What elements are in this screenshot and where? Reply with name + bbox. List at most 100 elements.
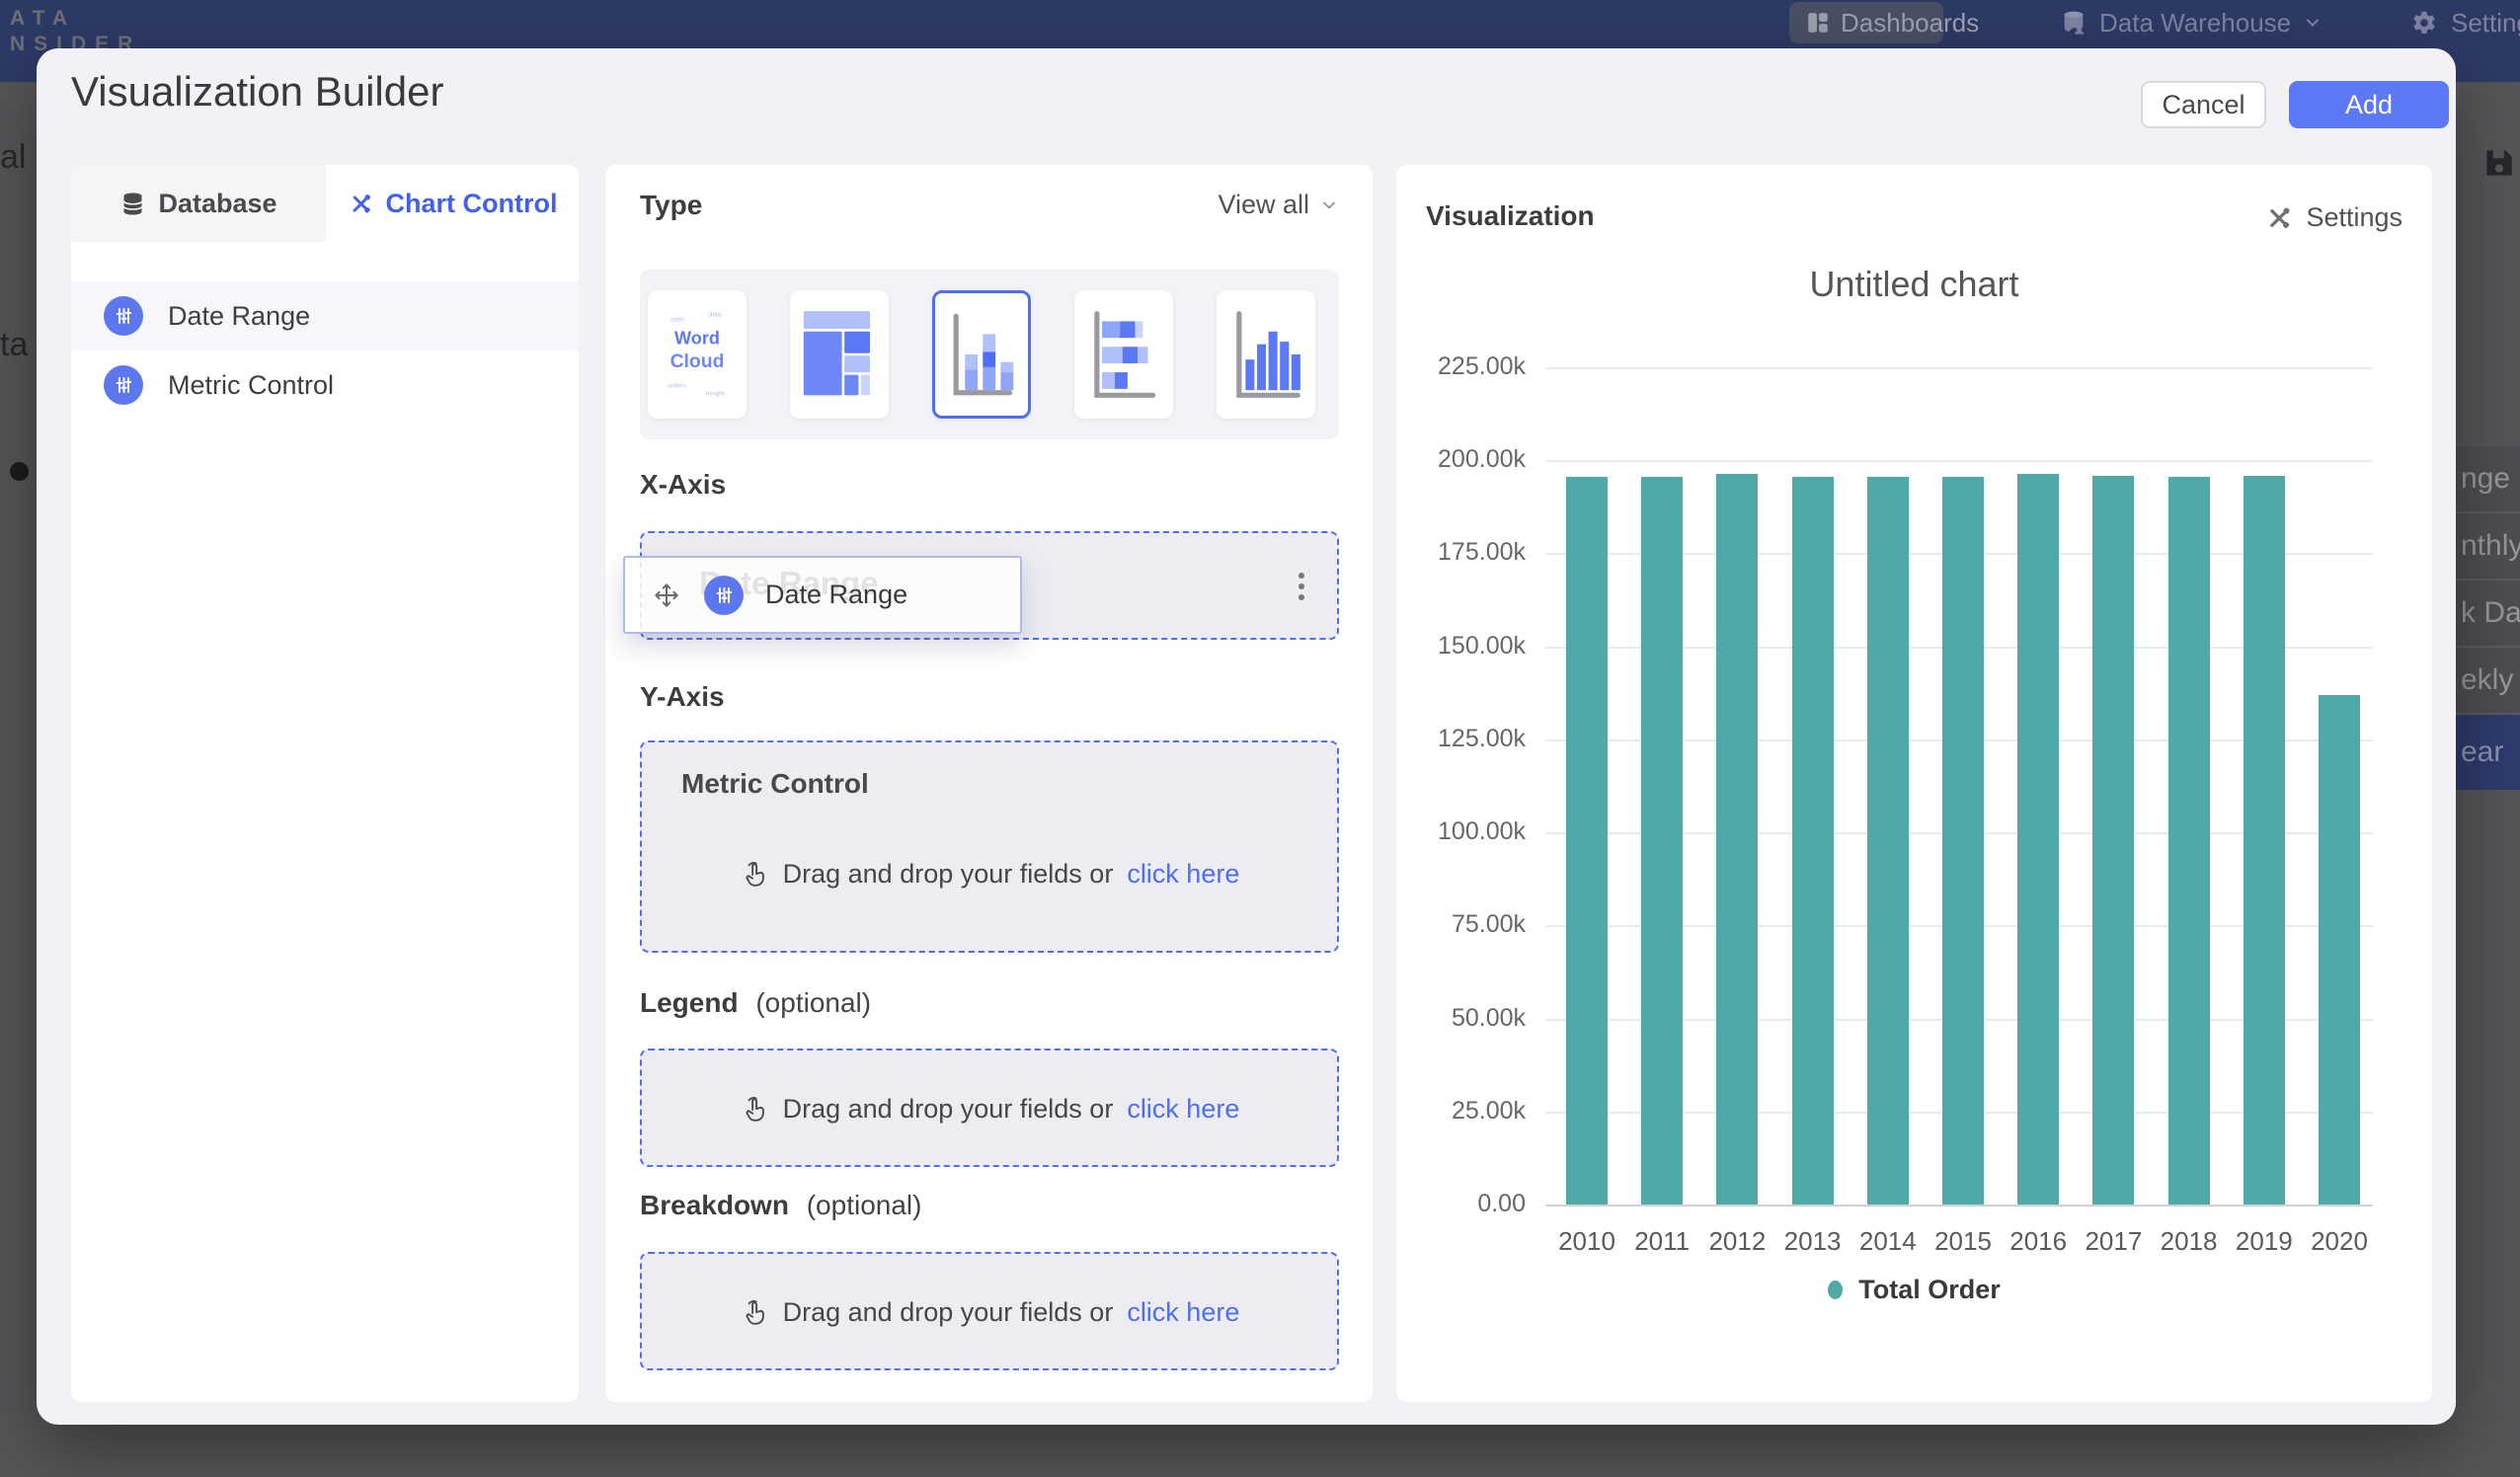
chart-type-card-treemap[interactable] <box>790 290 889 419</box>
y-axis-tick-label: 200.00k <box>1407 445 1526 474</box>
visualization-settings-button[interactable]: Settings <box>2264 202 2402 233</box>
database-icon <box>119 191 146 217</box>
chart-legend[interactable]: Total Order <box>1396 1275 2432 1305</box>
tap-hand-icon <box>740 1095 769 1125</box>
control-sliders-icon <box>104 365 143 405</box>
bar-2019 <box>2244 476 2285 1205</box>
chart-type-card-column[interactable] <box>1217 290 1315 419</box>
dropdown-option[interactable]: nthly <box>2456 513 2520 581</box>
dropdown-option[interactable]: ear <box>2456 715 2520 790</box>
type-section-label: Type <box>640 190 702 221</box>
grid-line <box>1545 1205 2373 1206</box>
nav-data-warehouse[interactable]: Data Warehouse <box>2060 0 2323 45</box>
field-item-metric-control[interactable]: Metric Control <box>71 350 579 420</box>
dropdown-option[interactable]: ekly <box>2456 648 2520 715</box>
chart-title: Untitled chart <box>1396 264 2432 305</box>
save-icon[interactable] <box>2481 144 2518 187</box>
y-axis-tick-label: 150.00k <box>1407 632 1526 661</box>
svg-text:orders: orders <box>668 383 685 390</box>
visualization-panel: Visualization Settings Untitled chart 22… <box>1396 165 2432 1402</box>
dragged-field-chip[interactable]: Date Range <box>623 556 1022 634</box>
breakdown-dropzone[interactable]: Drag and drop your fields or click here <box>640 1252 1339 1370</box>
stacked-bar-thumbnail-icon <box>1074 290 1173 419</box>
tab-database[interactable]: Database <box>71 165 326 242</box>
bar-2018 <box>2168 477 2210 1205</box>
chart-type-card-stacked-column[interactable] <box>932 290 1031 419</box>
y-axis-tick-label: 225.00k <box>1407 352 1526 381</box>
chart-type-card-stacked-bar[interactable] <box>1074 290 1173 419</box>
tools-icon <box>348 191 374 217</box>
y-axis-tick-label: 25.00k <box>1407 1097 1526 1126</box>
y-axis-tick-label: 50.00k <box>1407 1004 1526 1033</box>
y-axis-field-label: Metric Control <box>681 768 869 800</box>
dropdown-option[interactable]: k Date <box>2456 581 2520 648</box>
control-sliders-icon <box>104 296 143 336</box>
dropdown-option-label: ear <box>2456 736 2503 769</box>
x-axis-more-menu[interactable] <box>1299 568 1306 605</box>
chevron-down-icon <box>1319 195 1339 215</box>
breakdown-optional-label: (optional) <box>807 1190 922 1220</box>
bar-2016 <box>2017 474 2059 1205</box>
dropdown-option-label: nge <box>2456 462 2510 496</box>
x-axis-section-label: X-Axis <box>640 469 726 501</box>
builder-panel: Type View all WordCloudstatsdataordersin… <box>605 165 1373 1402</box>
tab-database-label: Database <box>158 189 276 219</box>
nav-settings[interactable]: Settings <box>2409 0 2520 45</box>
bar-2017 <box>2092 476 2134 1205</box>
x-axis-tick-label: 2016 <box>2001 1226 2076 1257</box>
svg-text:stats: stats <box>670 316 684 323</box>
y-axis-dropzone[interactable]: Metric Control Drag and drop your fields… <box>640 740 1339 953</box>
svg-text:insight: insight <box>706 390 725 397</box>
x-axis-tick-label: 2011 <box>1624 1226 1699 1257</box>
nav-settings-label: Settings <box>2451 8 2520 39</box>
svg-text:Word: Word <box>674 329 720 349</box>
word-cloud-thumbnail-icon: WordCloudstatsdataordersinsight <box>648 290 747 419</box>
bar-2020 <box>2319 695 2360 1205</box>
click-here-link[interactable]: click here <box>1127 859 1239 890</box>
bar-2012 <box>1716 474 1758 1205</box>
x-axis-tick-label: 2019 <box>2227 1226 2302 1257</box>
control-sliders-icon <box>704 576 744 615</box>
tap-hand-icon <box>740 1298 769 1328</box>
move-cursor-icon <box>651 580 682 611</box>
data-warehouse-icon <box>2060 9 2087 37</box>
bar-2010 <box>1566 477 1608 1205</box>
add-button[interactable]: Add <box>2289 81 2449 128</box>
click-here-link[interactable]: click here <box>1127 1297 1239 1328</box>
chart-type-card-word-cloud[interactable]: WordCloudstatsdataordersinsight <box>648 290 747 419</box>
stacked-column-thumbnail-icon <box>935 293 1028 416</box>
svg-text:data: data <box>709 311 722 318</box>
dropdown-option-label: ekly <box>2456 663 2513 697</box>
cancel-button[interactable]: Cancel <box>2141 81 2266 128</box>
fields-panel: Database Chart Control Date Range Metric… <box>71 165 579 1402</box>
nav-dashboards-label: Dashboards <box>1841 8 1979 39</box>
legend-dropzone[interactable]: Drag and drop your fields or click here <box>640 1049 1339 1167</box>
app-logo-line1: ATA <box>10 6 141 32</box>
gear-icon <box>2409 8 2439 38</box>
dropzone-hint-text: Drag and drop your fields or <box>783 1297 1114 1328</box>
dropdown-option[interactable]: nge <box>2456 446 2520 513</box>
visualization-header: Visualization <box>1426 200 1595 232</box>
tools-icon <box>2264 203 2294 233</box>
tap-hand-icon <box>740 860 769 890</box>
click-here-link[interactable]: click here <box>1127 1094 1239 1125</box>
chart-type-strip: WordCloudstatsdataordersinsight <box>640 270 1339 439</box>
view-all-button[interactable]: View all <box>1218 190 1339 220</box>
legend-series-label: Total Order <box>1858 1275 2001 1305</box>
y-axis-section-label: Y-Axis <box>640 681 725 713</box>
tab-chart-control[interactable]: Chart Control <box>326 165 579 242</box>
bar-2013 <box>1792 477 1834 1205</box>
occluded-text-fragment: al <box>0 138 37 177</box>
occluded-bullet <box>10 462 29 481</box>
field-item-label: Date Range <box>168 301 310 332</box>
dropzone-hint-text: Drag and drop your fields or <box>783 859 1114 890</box>
dropzone-hint: Drag and drop your fields or click here <box>642 859 1337 890</box>
visualization-builder-modal: Visualization Builder Cancel Add Databas… <box>37 48 2456 1425</box>
field-item-date-range[interactable]: Date Range <box>71 281 579 350</box>
modal-title: Visualization Builder <box>71 68 443 116</box>
bar-2011 <box>1641 477 1683 1205</box>
y-axis-tick-label: 100.00k <box>1407 817 1526 846</box>
visualization-settings-label: Settings <box>2306 202 2402 233</box>
nav-dashboards[interactable]: Dashboards <box>1789 2 1943 43</box>
x-axis-tick-label: 2018 <box>2152 1226 2227 1257</box>
